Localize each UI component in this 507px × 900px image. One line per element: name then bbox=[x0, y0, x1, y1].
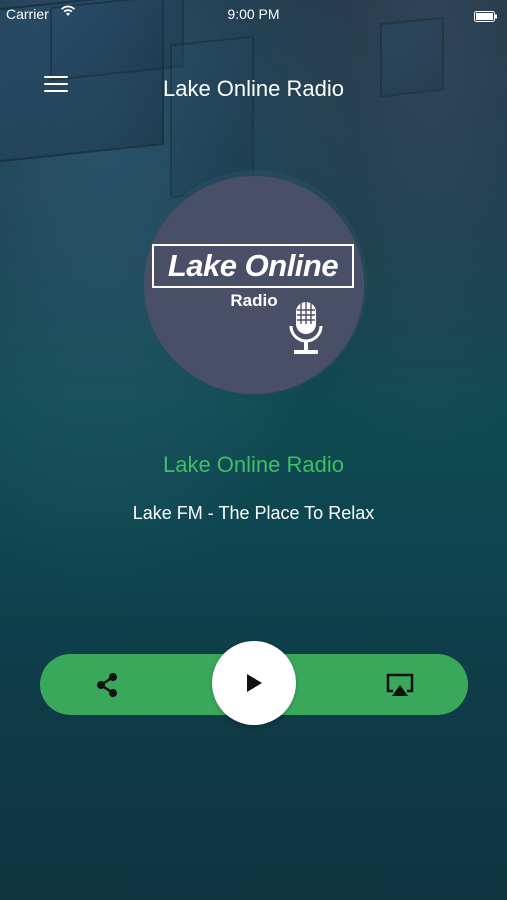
station-name: Lake Online Radio bbox=[162, 452, 344, 477]
microphone-icon bbox=[288, 300, 324, 363]
logo-sub-text: Radio bbox=[230, 291, 278, 310]
station-slogan: Lake FM - The Place To Relax bbox=[132, 503, 375, 523]
logo-text-box: Lake Online bbox=[152, 244, 354, 288]
share-button[interactable] bbox=[92, 670, 122, 700]
status-bar: Carrier 9:00 PM bbox=[0, 0, 507, 28]
play-button[interactable] bbox=[212, 641, 296, 725]
clock: 9:00 PM bbox=[227, 6, 280, 22]
share-icon bbox=[92, 673, 122, 704]
background-image bbox=[0, 0, 507, 900]
station-logo: Lake Online Radio bbox=[144, 176, 364, 394]
page-title: Lake Online Radio bbox=[162, 76, 344, 101]
logo-main-text: Lake Online bbox=[167, 248, 339, 283]
airplay-button[interactable] bbox=[384, 670, 416, 700]
battery-icon bbox=[474, 9, 498, 25]
airplay-icon bbox=[384, 673, 416, 704]
navigation-bar: Lake Online Radio bbox=[0, 60, 507, 118]
